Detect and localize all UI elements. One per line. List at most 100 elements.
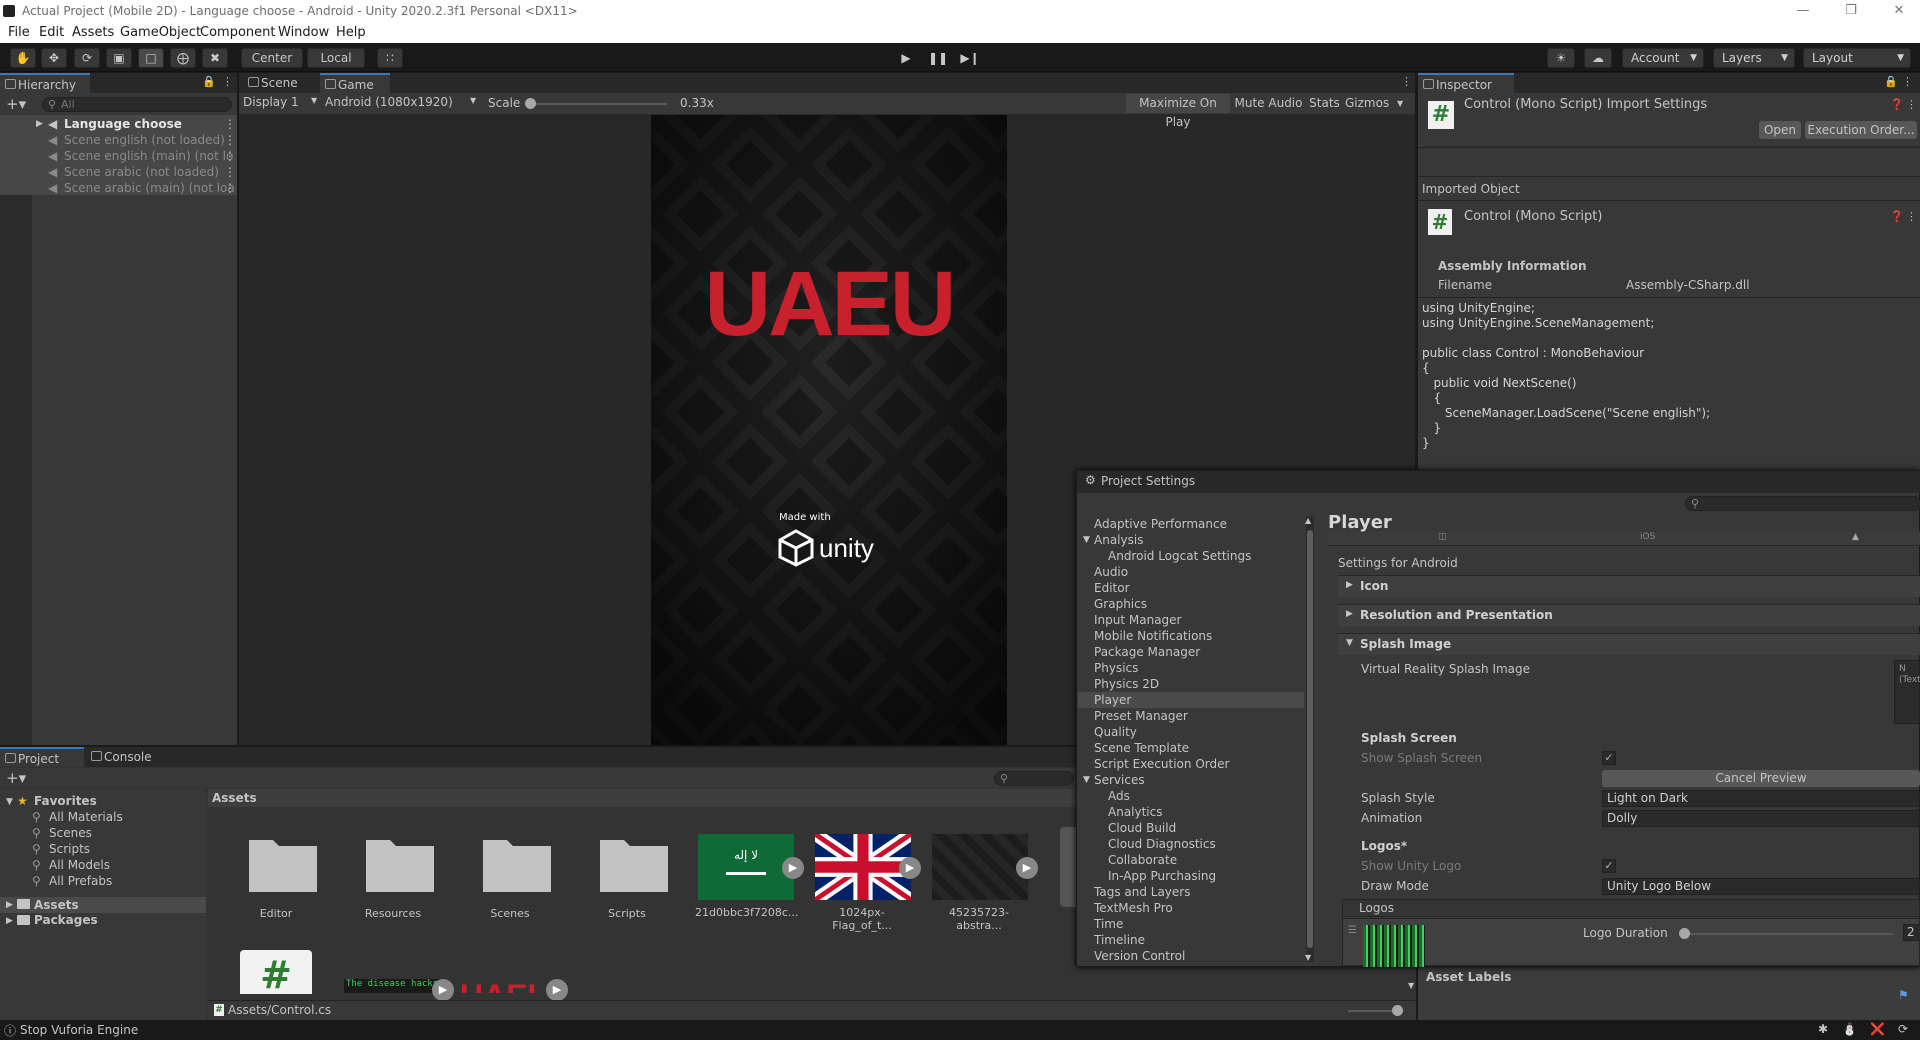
- favorite-item[interactable]: Scripts: [49, 842, 90, 856]
- hierarchy-search-input[interactable]: ⚲ All: [42, 97, 232, 112]
- tab-scene[interactable]: Scene: [243, 73, 317, 93]
- open-button[interactable]: Open: [1759, 121, 1801, 139]
- rotate-tool-icon[interactable]: ⟳: [74, 48, 100, 68]
- play-preview-icon[interactable]: ▶: [782, 857, 804, 879]
- grid-snap-icon[interactable]: ∷: [377, 48, 403, 68]
- layers-dropdown[interactable]: Layers ▼: [1713, 48, 1795, 68]
- close-icon[interactable]: ✕: [1889, 3, 1909, 19]
- play-preview-icon[interactable]: ▶: [546, 979, 568, 1001]
- scale-slider-track[interactable]: [527, 103, 667, 105]
- settings-nav-item[interactable]: Editor: [1094, 580, 1130, 596]
- pause-icon[interactable]: ❚❚: [924, 49, 952, 67]
- scrollbar-thumb[interactable]: [1307, 530, 1313, 948]
- cache-server-icon[interactable]: ⛄: [1842, 1022, 1857, 1036]
- settings-nav-item[interactable]: Input Manager: [1094, 612, 1182, 628]
- animation-dropdown[interactable]: Dolly: [1602, 810, 1920, 827]
- settings-nav-item[interactable]: ▼ Services: [1083, 772, 1145, 788]
- resolution-dropdown[interactable]: Android (1080x1920) ▼: [325, 95, 480, 112]
- help-icon[interactable]: ❓: [1890, 98, 1904, 111]
- icon-size-slider[interactable]: [1348, 1010, 1398, 1012]
- layout-dropdown[interactable]: Layout ▼: [1803, 48, 1911, 68]
- menu-component[interactable]: Component: [200, 25, 275, 40]
- tab-project[interactable]: Project: [0, 747, 84, 767]
- network-icon[interactable]: ❌: [1870, 1022, 1885, 1036]
- splash-style-dropdown[interactable]: Light on Dark: [1602, 790, 1920, 807]
- settings-nav-item[interactable]: Analytics: [1108, 804, 1163, 820]
- scroll-up-icon[interactable]: ▲: [1305, 516, 1311, 525]
- help-icon[interactable]: ❓: [1890, 210, 1904, 223]
- execution-order-button[interactable]: Execution Order...: [1805, 121, 1917, 139]
- scroll-down-icon[interactable]: ▼: [1408, 981, 1414, 990]
- account-dropdown[interactable]: Account ▼: [1622, 48, 1704, 68]
- settings-nav-item[interactable]: Graphics: [1094, 596, 1147, 612]
- expand-arrow-icon[interactable]: ▼: [1083, 532, 1090, 548]
- tab-game[interactable]: Game: [320, 73, 390, 93]
- settings-nav-item[interactable]: Timeline: [1094, 932, 1145, 948]
- settings-nav-item[interactable]: TextMesh Pro: [1094, 900, 1173, 916]
- lock-icon[interactable]: 🔒: [202, 75, 216, 88]
- settings-nav-item[interactable]: Script Execution Order: [1094, 756, 1229, 772]
- asset-tile-scenes[interactable]: Scenes: [460, 830, 560, 930]
- settings-nav-item[interactable]: Audio: [1094, 564, 1128, 580]
- settings-nav-item[interactable]: Version Control: [1094, 948, 1185, 964]
- favorites-label[interactable]: Favorites: [34, 794, 97, 808]
- settings-nav-scrollbar[interactable]: [1306, 516, 1314, 962]
- settings-nav-item[interactable]: Collaborate: [1108, 852, 1177, 868]
- settings-nav-item[interactable]: Physics 2D: [1094, 676, 1159, 692]
- hand-tool-icon[interactable]: ✋: [10, 48, 36, 68]
- cancel-preview-button[interactable]: Cancel Preview: [1602, 770, 1920, 787]
- kebab-menu-icon[interactable]: ⋮: [224, 180, 236, 196]
- play-icon[interactable]: ▶: [892, 49, 920, 67]
- kebab-menu-icon[interactable]: ⋮: [224, 148, 236, 164]
- bug-icon[interactable]: ✱: [1818, 1022, 1828, 1036]
- menu-window[interactable]: Window: [278, 25, 329, 40]
- kebab-menu-icon[interactable]: ⋮: [1902, 75, 1913, 88]
- settings-nav-item[interactable]: In-App Purchasing: [1108, 868, 1216, 884]
- scroll-down-icon[interactable]: ▼: [1305, 953, 1311, 962]
- asset-tile-resources[interactable]: Resources: [343, 830, 443, 930]
- menu-file[interactable]: File: [8, 25, 30, 40]
- settings-nav-item[interactable]: Package Manager: [1094, 644, 1200, 660]
- tab-inspector[interactable]: Inspector: [1418, 73, 1514, 93]
- settings-nav-item[interactable]: Tags and Layers: [1094, 884, 1190, 900]
- favorite-item[interactable]: All Materials: [49, 810, 123, 824]
- pivot-center-button[interactable]: Center: [241, 48, 303, 68]
- tree-row-assets[interactable]: ▶ Assets: [0, 897, 206, 913]
- hierarchy-row-language-choose[interactable]: ▶ ◀ Language choose ⋮: [0, 116, 237, 132]
- scale-slider-thumb[interactable]: [525, 98, 536, 109]
- ios-platform-tab[interactable]: iOS: [1640, 532, 1655, 542]
- kebab-menu-icon[interactable]: ⋮: [1401, 75, 1412, 88]
- kebab-menu-icon[interactable]: ⋮: [224, 132, 236, 148]
- project-search-input[interactable]: ⚲: [994, 771, 1074, 786]
- tab-hierarchy[interactable]: Hierarchy: [0, 73, 90, 93]
- custom-tool-icon[interactable]: ✖: [202, 48, 228, 68]
- maximize-on-play-toggle[interactable]: Maximize On Play: [1126, 94, 1230, 129]
- hierarchy-row[interactable]: ◀ Scene arabic (main) (not loa ⋮: [0, 180, 237, 196]
- settings-nav-item[interactable]: Ads: [1108, 788, 1130, 804]
- play-preview-icon[interactable]: ▶: [899, 857, 921, 879]
- minimize-icon[interactable]: —: [1793, 3, 1813, 19]
- collab-icon[interactable]: ☀: [1547, 48, 1575, 68]
- asset-tile-uk-flag[interactable]: ▶ 1024px-Flag_of_t...: [812, 834, 921, 934]
- add-icon[interactable]: +▾: [6, 769, 26, 787]
- kebab-menu-icon[interactable]: ⋮: [224, 116, 236, 132]
- tree-label-packages[interactable]: Packages: [34, 913, 98, 927]
- play-preview-icon[interactable]: ▶: [1016, 857, 1038, 879]
- mute-audio-toggle[interactable]: Mute Audio: [1233, 94, 1304, 113]
- csharp-script-icon[interactable]: #: [240, 950, 312, 994]
- kebab-menu-icon[interactable]: ⋮: [222, 75, 233, 88]
- standalone-platform-icon[interactable]: ◫: [1438, 532, 1447, 542]
- kebab-menu-icon[interactable]: ⋮: [1906, 210, 1917, 223]
- display-dropdown[interactable]: Display 1 ▼: [243, 95, 321, 112]
- asset-thumbnail-code[interactable]: The disease hacks: [344, 979, 440, 993]
- show-splash-checkbox[interactable]: ✓: [1602, 751, 1616, 765]
- hierarchy-row[interactable]: ◀ Scene arabic (not loaded) ⋮: [0, 164, 237, 180]
- drag-handle-icon[interactable]: ☰: [1348, 925, 1357, 936]
- settings-nav-item[interactable]: Android Logcat Settings: [1108, 548, 1251, 564]
- favorite-item[interactable]: All Models: [49, 858, 110, 872]
- lock-icon[interactable]: 🔒: [1884, 75, 1898, 88]
- vr-splash-object-field[interactable]: N (Text: [1894, 660, 1920, 724]
- logo-sprite-thumbnail[interactable]: [1363, 925, 1425, 967]
- transform-tool-icon[interactable]: ⨁: [170, 48, 196, 68]
- gizmos-dropdown[interactable]: Gizmos ▼: [1345, 94, 1407, 113]
